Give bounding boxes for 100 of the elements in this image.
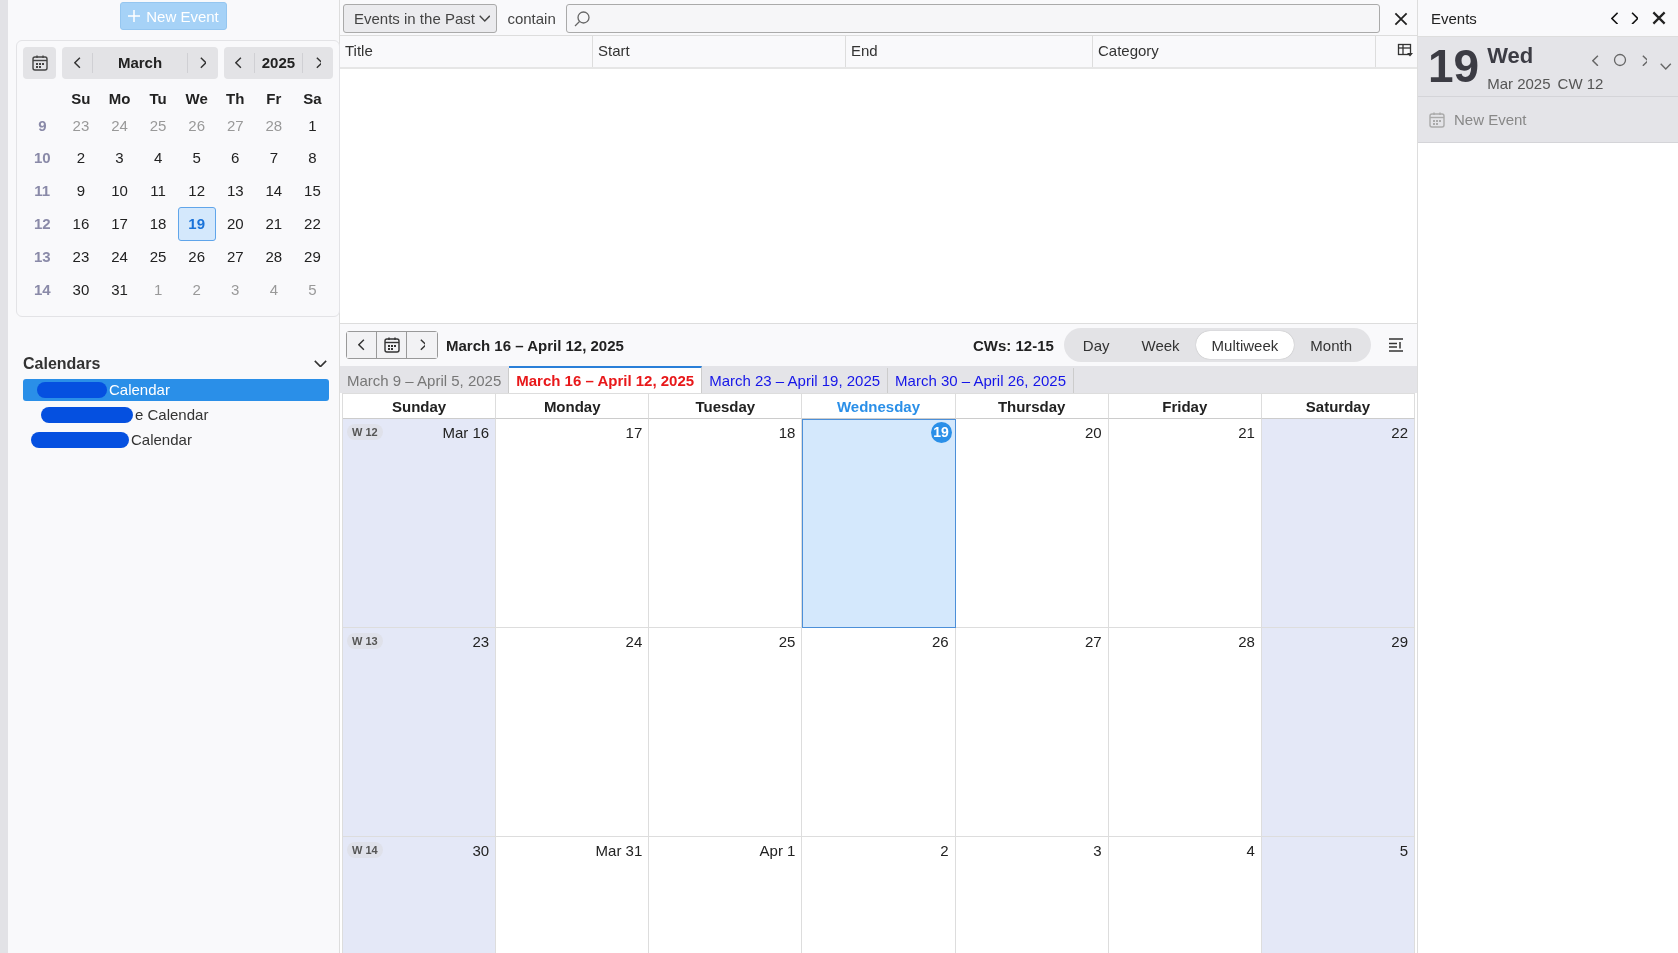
day-number[interactable]: 9 <box>76 181 86 199</box>
day-number[interactable]: 17 <box>111 215 128 232</box>
day-number: 3 <box>1093 842 1102 859</box>
day-number[interactable]: 20 <box>226 215 244 232</box>
day-number: 28 <box>1238 633 1255 650</box>
weekday-label: Sa <box>302 88 323 109</box>
day-cell[interactable]: 29 <box>1261 628 1415 837</box>
weekday-header: Friday <box>1108 393 1262 419</box>
day-number[interactable]: 18 <box>149 215 167 232</box>
day-number[interactable]: 22 <box>304 215 321 232</box>
day-number[interactable]: 11 <box>150 181 166 199</box>
weekday-label: Wed <box>1487 43 1534 69</box>
week-badge: W 14 <box>347 842 383 858</box>
match-label: contain <box>507 10 556 27</box>
day-number[interactable]: 29 <box>304 248 321 266</box>
view-tab[interactable]: Month <box>1294 331 1368 359</box>
weekday-header: Tuesday <box>649 393 803 419</box>
week-number: 10 <box>33 149 51 167</box>
filter-dropdown[interactable]: Events in the Past <box>343 4 498 33</box>
day-number[interactable]: 28 <box>265 248 283 266</box>
column-header[interactable]: Title <box>340 36 593 67</box>
day-number: 29 <box>1391 633 1408 650</box>
day-number: 18 <box>778 424 796 441</box>
day-number[interactable]: 23 <box>72 248 90 266</box>
view-tab[interactable]: Multiweek <box>1195 331 1295 359</box>
weekday-header: Sunday <box>343 393 497 419</box>
day-number: Apr 1 <box>759 842 796 859</box>
weekday-label: Th <box>225 88 246 109</box>
weekday-label: Mo <box>107 88 132 109</box>
day-cell[interactable]: W 13 23 <box>343 628 497 837</box>
day-number: 26 <box>931 633 949 650</box>
day-number[interactable]: 5 <box>192 149 201 167</box>
day-cell[interactable]: 5 <box>1261 837 1415 953</box>
day-number: 19 <box>1428 39 1480 94</box>
day-number[interactable]: 3 <box>115 149 124 167</box>
day-number: Mar 16 <box>442 424 490 441</box>
day-number: 17 <box>625 424 643 441</box>
day-cell[interactable]: 18 <box>649 419 803 628</box>
day-cell[interactable]: 24 <box>496 628 650 837</box>
day-number[interactable]: 26 <box>188 248 205 266</box>
day-number[interactable]: 8 <box>308 149 317 167</box>
weekday-label: Tu <box>148 88 168 109</box>
day-number[interactable]: 13 <box>226 181 244 199</box>
day-number[interactable]: 25 <box>149 248 167 266</box>
view-tab[interactable]: Day <box>1066 331 1126 359</box>
weekday-label: We <box>184 88 209 109</box>
day-cell[interactable]: W 14 30 <box>343 837 497 953</box>
day-number[interactable]: 27 <box>226 248 244 266</box>
week-number: 9 <box>38 116 47 134</box>
day-cell[interactable]: 17 <box>496 419 650 628</box>
day-number: 20 <box>1085 424 1102 441</box>
day-number[interactable]: 24 <box>111 248 128 266</box>
day-number[interactable]: 4 <box>153 149 163 167</box>
day-number: 23 <box>472 633 490 650</box>
weekday-header: Monday <box>496 393 650 419</box>
day-number[interactable]: 6 <box>231 149 240 167</box>
weekday-label: Su <box>70 88 92 109</box>
weekday-header: Thursday <box>955 393 1109 419</box>
view-title: March 16 – April 12, 2025 <box>446 336 625 354</box>
day-cell[interactable]: 20 <box>955 419 1109 628</box>
day-cell[interactable]: 26 <box>802 628 956 837</box>
column-header[interactable]: Start <box>593 36 846 67</box>
day-number: 19 <box>930 422 952 443</box>
day-number[interactable]: 30 <box>72 280 90 298</box>
day-cell[interactable]: W 12 Mar 16 <box>343 419 497 628</box>
day-number[interactable]: 10 <box>111 181 128 199</box>
day-cell[interactable]: 28 <box>1108 628 1262 837</box>
view-tab[interactable]: Week <box>1125 331 1196 359</box>
pane-title: Events <box>1431 9 1478 27</box>
calendar-weeks-label: CWs: 12-15 <box>973 336 1054 354</box>
day-cell[interactable]: 27 <box>955 628 1109 837</box>
calendars-heading: Calendars <box>23 354 101 373</box>
day-number[interactable]: 21 <box>265 215 283 232</box>
year-label: 2025 <box>253 53 303 73</box>
day-number: Mar 31 <box>595 842 643 859</box>
day-cell[interactable]: 22 <box>1261 419 1415 628</box>
week-number: 13 <box>33 248 51 266</box>
day-number[interactable]: 19 <box>177 206 216 241</box>
day-number: 24 <box>625 633 643 650</box>
day-number[interactable]: 16 <box>72 215 90 232</box>
day-number: 25 <box>778 633 796 650</box>
weekday-header: Wednesday <box>802 393 956 419</box>
calendar-item[interactable]: Calendar <box>23 428 329 451</box>
column-header[interactable]: End <box>846 36 1093 67</box>
day-number[interactable]: 31 <box>111 280 128 298</box>
day-number[interactable]: 14 <box>265 181 283 199</box>
day-number[interactable]: 2 <box>76 149 86 167</box>
week-badge: W 12 <box>347 424 383 440</box>
week-number: 12 <box>33 215 51 232</box>
calendar-item[interactable]: e Calendar <box>23 403 329 426</box>
day-number[interactable]: 7 <box>269 149 279 167</box>
day-number[interactable]: 15 <box>304 181 321 199</box>
column-header[interactable]: Category <box>1093 36 1376 67</box>
day-number[interactable]: 12 <box>188 181 205 199</box>
day-cell[interactable]: 25 <box>649 628 803 837</box>
week-label: CW 12 <box>1557 74 1604 92</box>
day-number[interactable]: 1 <box>308 116 317 134</box>
day-cell[interactable]: 21 <box>1108 419 1262 628</box>
period-tab[interactable]: March 16 – April 12, 2025 <box>509 366 703 393</box>
month-year-label: Mar 2025 <box>1487 74 1551 92</box>
